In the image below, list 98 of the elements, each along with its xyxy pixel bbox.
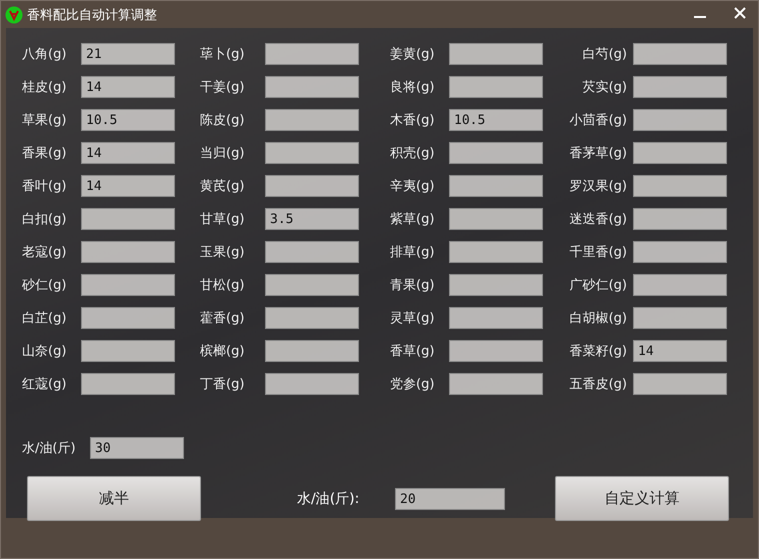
ingredient-label: 香菜籽(g) [568, 343, 628, 360]
amount-field[interactable] [265, 373, 359, 395]
amount-field[interactable]: 14 [81, 175, 175, 197]
target-water-oil-label: 水/油(斤): [297, 490, 360, 508]
amount-field[interactable] [449, 175, 543, 197]
ingredient-label: 黄芪(g) [200, 178, 246, 195]
ingredient-label: 砂仁(g) [22, 277, 68, 294]
ingredient-label: 灵草(g) [390, 310, 436, 327]
amount-field[interactable] [265, 175, 359, 197]
amount-field[interactable]: 14 [81, 76, 175, 98]
ingredient-label: 迷迭香(g) [568, 211, 628, 228]
ingredient-label: 紫草(g) [390, 211, 436, 228]
ingredient-label: 小茴香(g) [568, 112, 628, 129]
ingredient-label: 姜黄(g) [390, 46, 436, 63]
ingredient-label: 千里香(g) [568, 244, 628, 261]
amount-field[interactable] [449, 307, 543, 329]
amount-field[interactable] [265, 340, 359, 362]
amount-field[interactable]: 10.5 [449, 109, 543, 131]
ingredient-label: 广砂仁(g) [568, 277, 628, 294]
ingredient-label: 五香皮(g) [568, 376, 628, 393]
ingredient-label: 八角(g) [22, 46, 68, 63]
amount-field[interactable] [633, 208, 727, 230]
amount-field[interactable] [81, 307, 175, 329]
amount-field[interactable] [81, 340, 175, 362]
target-water-oil-field[interactable]: 20 [395, 488, 505, 510]
ingredient-label: 香叶(g) [22, 178, 68, 195]
amount-field[interactable] [449, 340, 543, 362]
amount-field[interactable] [81, 274, 175, 296]
amount-field[interactable] [449, 373, 543, 395]
water-oil-field[interactable]: 30 [90, 437, 184, 459]
amount-field[interactable]: 14 [81, 142, 175, 164]
amount-field[interactable] [81, 208, 175, 230]
amount-field[interactable] [449, 43, 543, 65]
amount-field[interactable] [633, 274, 727, 296]
amount-field[interactable] [265, 307, 359, 329]
ingredient-label: 白扣(g) [22, 211, 68, 228]
ingredient-label: 老寇(g) [22, 244, 68, 261]
ingredient-label: 良将(g) [390, 79, 436, 96]
amount-field[interactable] [633, 373, 727, 395]
amount-field[interactable] [449, 208, 543, 230]
ingredient-label: 青果(g) [390, 277, 436, 294]
ingredient-label: 红蔻(g) [22, 376, 68, 393]
amount-field[interactable] [633, 109, 727, 131]
amount-field[interactable] [633, 43, 727, 65]
ingredient-label: 积壳(g) [390, 145, 436, 162]
ingredient-label: 白芍(g) [582, 46, 628, 63]
ingredient-label: 玉果(g) [200, 244, 246, 261]
ingredient-label: 白芷(g) [22, 310, 68, 327]
window-title: 香料配比自动计算调整 [27, 6, 158, 24]
amount-field[interactable] [633, 142, 727, 164]
ingredient-label: 荜卜(g) [200, 46, 246, 63]
ingredient-label: 槟榔(g) [200, 343, 246, 360]
ingredient-label: 辛夷(g) [390, 178, 436, 195]
ingredient-label: 藿香(g) [200, 310, 246, 327]
halve-button[interactable]: 减半 [27, 476, 201, 521]
close-icon [734, 7, 746, 19]
amount-field[interactable]: 3.5 [265, 208, 359, 230]
ingredient-label: 党参(g) [390, 376, 436, 393]
amount-field[interactable] [633, 241, 727, 263]
amount-field[interactable] [265, 109, 359, 131]
ingredient-label: 干姜(g) [200, 78, 246, 96]
ingredient-label: 香果(g) [22, 145, 68, 162]
ingredient-label: 陈皮(g) [200, 112, 246, 129]
ingredient-label: 甘草(g) [200, 211, 246, 228]
amount-field[interactable] [449, 241, 543, 263]
ingredient-label: 芡实(g) [582, 79, 628, 96]
amount-field[interactable] [81, 241, 175, 263]
amount-field[interactable] [265, 274, 359, 296]
amount-field[interactable] [633, 307, 727, 329]
amount-field[interactable] [265, 241, 359, 263]
amount-field[interactable]: 21 [81, 43, 175, 65]
amount-field[interactable]: 14 [633, 340, 727, 362]
ingredient-label: 桂皮(g) [22, 79, 68, 96]
ingredient-label: 香草(g) [390, 343, 436, 360]
amount-field[interactable] [265, 76, 359, 98]
amount-field[interactable] [449, 142, 543, 164]
custom-calculate-button[interactable]: 自定义计算 [555, 476, 729, 521]
ingredient-label: 山奈(g) [22, 343, 68, 360]
ingredient-label: 甘松(g) [200, 277, 246, 294]
ingredient-label: 排草(g) [390, 244, 436, 261]
ingredient-label: 罗汉果(g) [568, 178, 628, 195]
amount-field[interactable] [265, 43, 359, 65]
ingredient-label: 白胡椒(g) [568, 310, 628, 327]
amount-field[interactable] [633, 76, 727, 98]
ingredient-label: 木香(g) [390, 112, 436, 129]
amount-field[interactable] [633, 175, 727, 197]
amount-field[interactable] [449, 76, 543, 98]
ingredient-label: 丁香(g) [200, 376, 246, 393]
ingredient-label: 当归(g) [200, 145, 246, 162]
app-logo-icon [5, 6, 23, 24]
water-oil-label: 水/油(斤) [22, 440, 77, 457]
ingredient-label: 香茅草(g) [568, 145, 628, 162]
amount-field[interactable]: 10.5 [81, 109, 175, 131]
amount-field[interactable] [265, 142, 359, 164]
amount-field[interactable] [449, 274, 543, 296]
amount-field[interactable] [81, 373, 175, 395]
ingredient-label: 草果(g) [22, 112, 68, 129]
minimize-icon [694, 16, 706, 18]
